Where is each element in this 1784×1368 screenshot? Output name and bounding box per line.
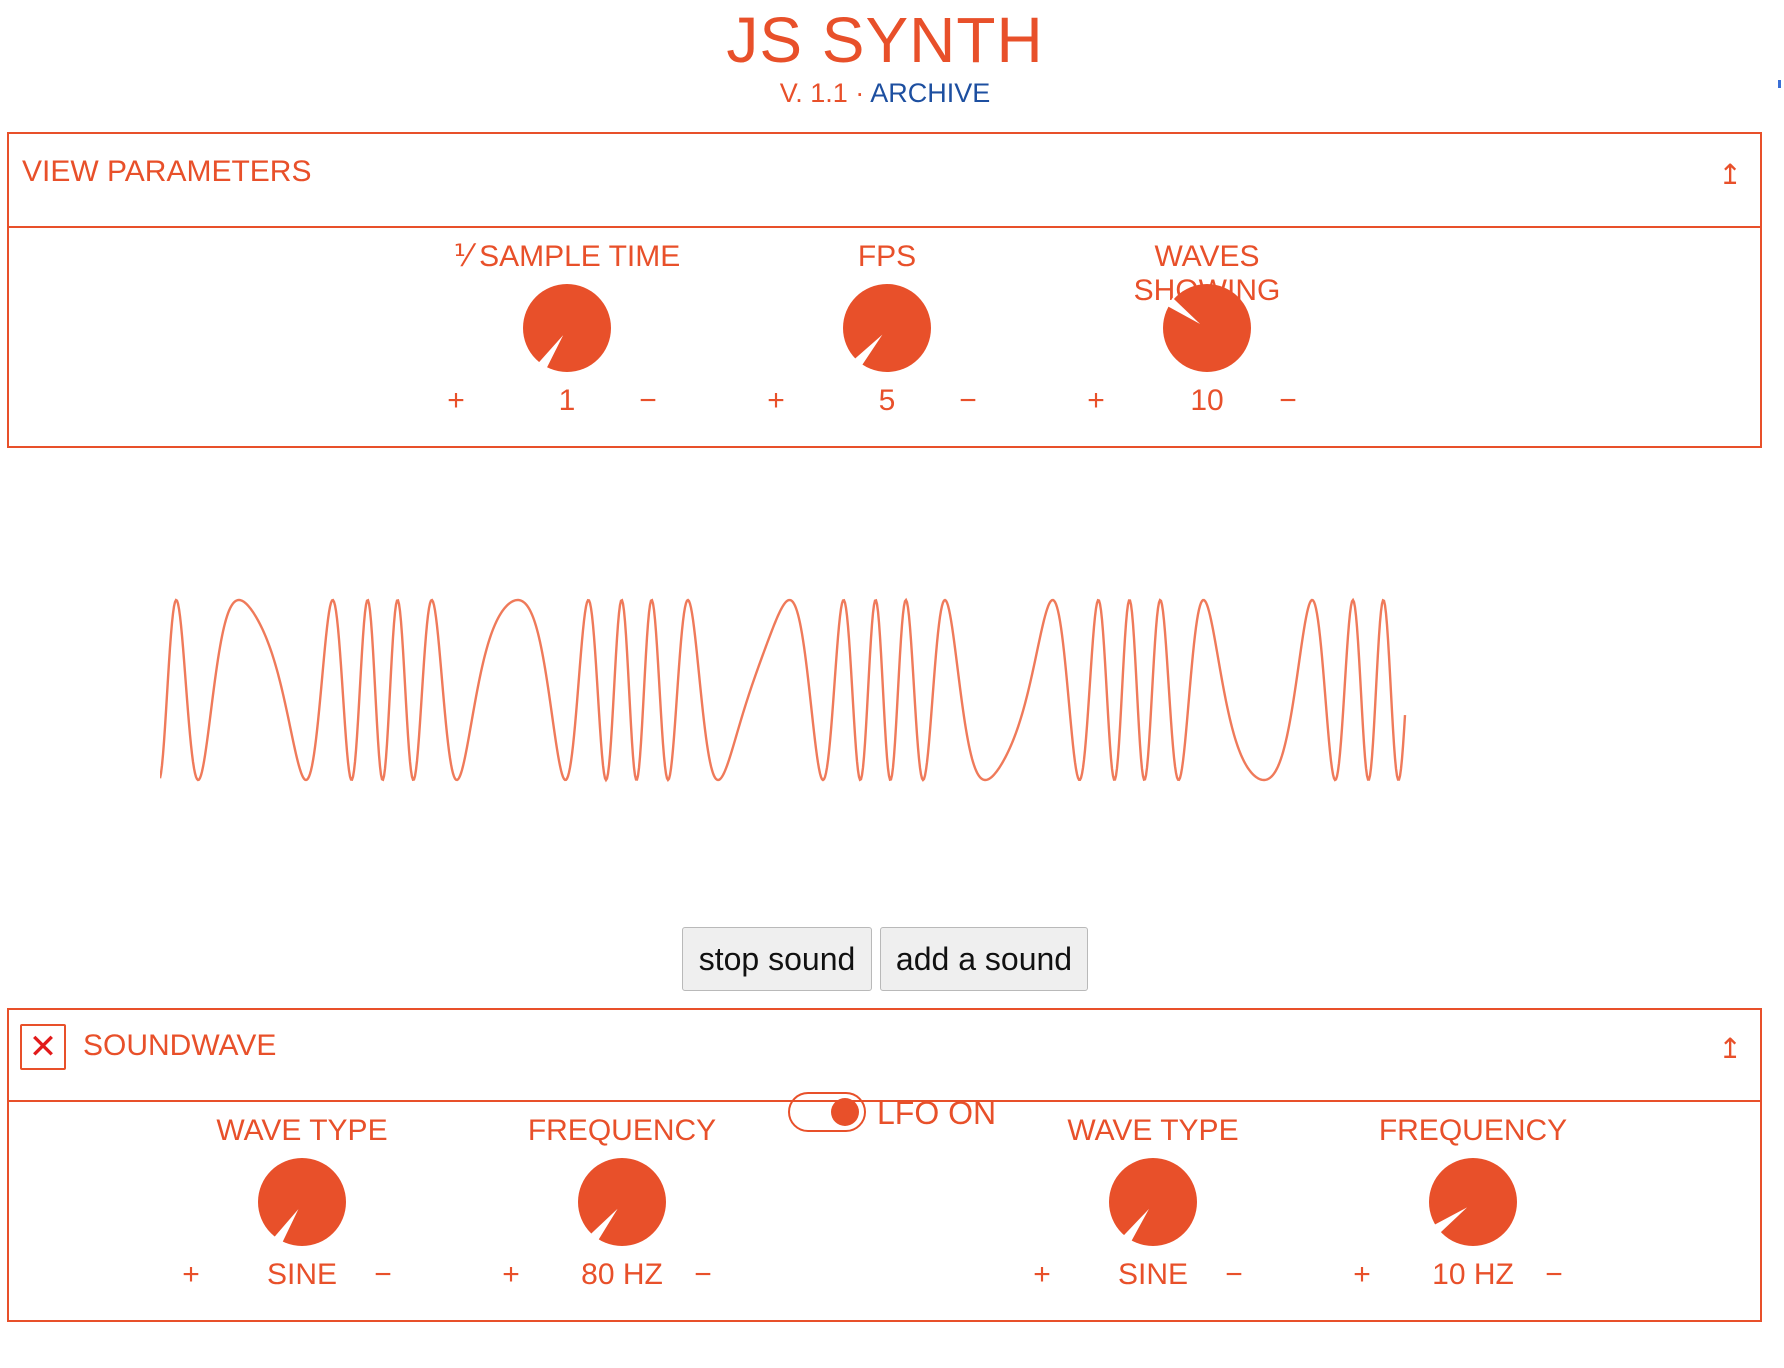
knob-label: FPS	[857, 240, 917, 273]
knob-label: WAVE TYPE	[1067, 1114, 1239, 1147]
knob-dial[interactable]	[1109, 1158, 1197, 1246]
decrement-button[interactable]: −	[1219, 1258, 1249, 1292]
knob-value: 80 HZ	[581, 1258, 663, 1291]
decrement-button[interactable]: −	[1273, 384, 1303, 418]
knob-label: FREQUENCY	[527, 1114, 717, 1147]
knob-dial[interactable]	[843, 284, 931, 372]
panel-title: VIEW PARAMETERS	[22, 155, 312, 188]
decrement-button[interactable]: −	[633, 384, 663, 418]
increment-button[interactable]: +	[761, 384, 791, 418]
view-parameters-header[interactable]: VIEW PARAMETERS ↥	[9, 134, 1760, 228]
increment-button[interactable]: +	[1347, 1258, 1377, 1292]
decrement-button[interactable]: −	[368, 1258, 398, 1292]
waveform-line	[160, 597, 1407, 783]
add-sound-button[interactable]: add a sound	[880, 927, 1088, 991]
knob-value: 1	[558, 384, 576, 417]
knob-label: FREQUENCY	[1378, 1114, 1568, 1147]
knob-dial[interactable]	[1429, 1158, 1517, 1246]
knob-value: SINE	[266, 1258, 338, 1291]
decrement-button[interactable]: −	[953, 384, 983, 418]
knob-dial[interactable]	[578, 1158, 666, 1246]
close-icon[interactable]: ✕	[20, 1024, 66, 1070]
view-parameters-panel: VIEW PARAMETERS ↥ ⅟ SAMPLE TIME + 1 − FP…	[7, 132, 1762, 448]
version-line: V. 1.1 · ARCHIVE	[0, 78, 1770, 108]
lfo-label: LFO ON	[877, 1095, 997, 1131]
knob-dial[interactable]	[1163, 284, 1251, 372]
lfo-toggle[interactable]	[788, 1092, 866, 1132]
version-label: V. 1.1	[779, 78, 848, 108]
increment-button[interactable]: +	[176, 1258, 206, 1292]
decrement-button[interactable]: −	[1539, 1258, 1569, 1292]
toggle-knob	[831, 1098, 859, 1126]
knob-dial[interactable]	[258, 1158, 346, 1246]
knob-value: 10 HZ	[1432, 1258, 1514, 1291]
stop-sound-button[interactable]: stop sound	[682, 927, 872, 991]
increment-button[interactable]: +	[441, 384, 471, 418]
collapse-icon[interactable]: ↥	[1719, 1032, 1742, 1065]
increment-button[interactable]: +	[496, 1258, 526, 1292]
collapse-icon[interactable]: ↥	[1719, 158, 1742, 191]
decrement-button[interactable]: −	[688, 1258, 718, 1292]
scrollbar-thumb[interactable]	[1778, 80, 1781, 88]
increment-button[interactable]: +	[1081, 384, 1111, 418]
panel-title: SOUNDWAVE	[83, 1029, 277, 1062]
version-separator: ·	[847, 78, 871, 108]
knob-value: 5	[878, 384, 896, 417]
knob-value: 10	[1190, 384, 1224, 417]
soundwave-panel: ✕ SOUNDWAVE ↥ WAVE TYPE + SINE − FREQUEN…	[7, 1008, 1762, 1322]
knob-value: SINE	[1117, 1258, 1189, 1291]
waveform-display	[160, 597, 1407, 783]
archive-link[interactable]: ARCHIVE	[870, 78, 990, 108]
app-title: JS SYNTH	[726, 4, 1044, 76]
knob-label: ⅟ SAMPLE TIME	[453, 240, 681, 273]
knob-label: WAVE TYPE	[216, 1114, 388, 1147]
increment-button[interactable]: +	[1027, 1258, 1057, 1292]
soundwave-header[interactable]: ✕ SOUNDWAVE ↥	[9, 1010, 1760, 1102]
knob-dial[interactable]	[523, 284, 611, 372]
